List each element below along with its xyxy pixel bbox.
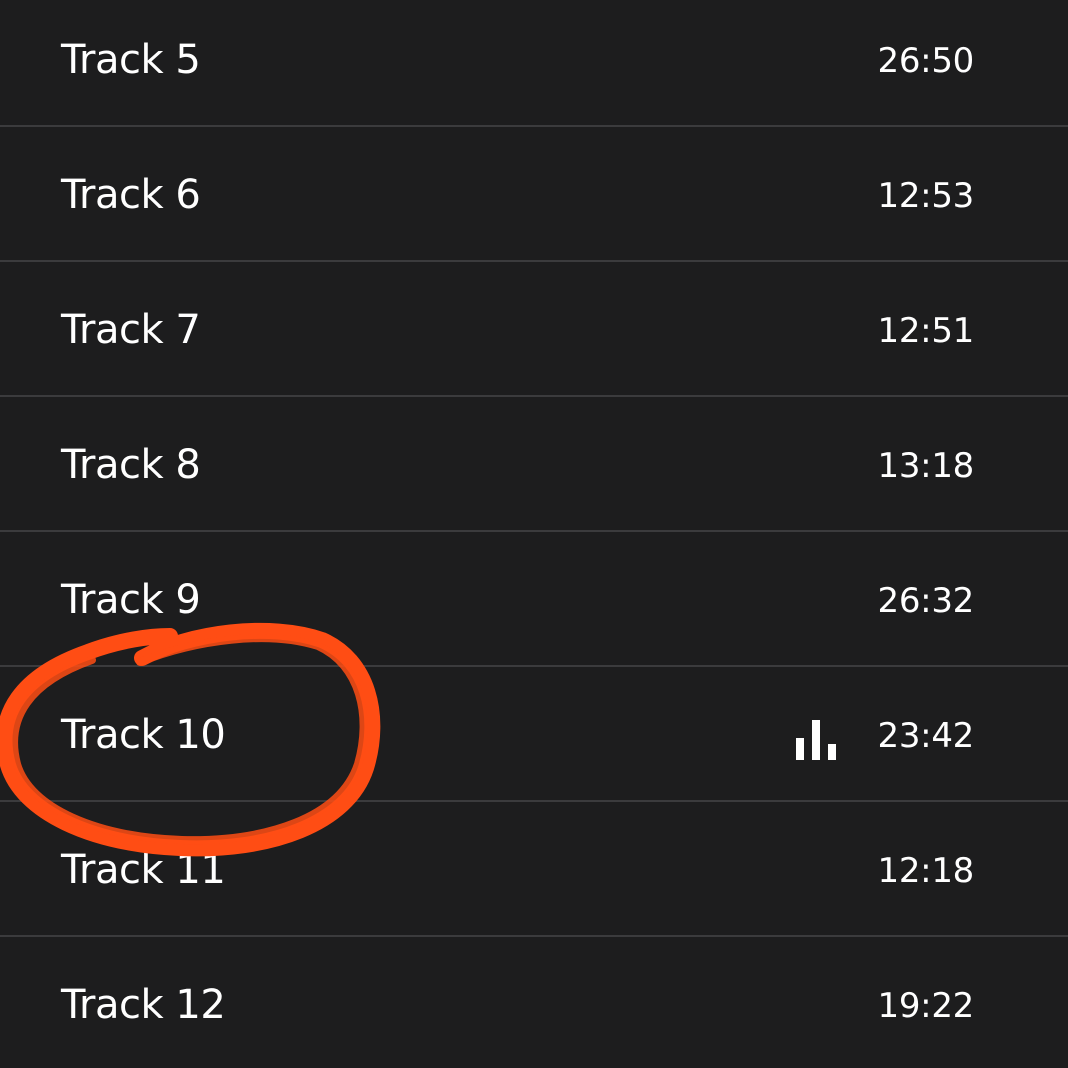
track-duration: 12:18 (877, 851, 975, 891)
track-duration: 26:50 (877, 41, 975, 81)
track-row-9[interactable]: Track 9 26:32 (0, 532, 1068, 667)
track-title: Track 9 (61, 577, 201, 623)
track-duration: 26:32 (877, 581, 975, 621)
track-title: Track 8 (61, 442, 201, 488)
track-duration: 12:53 (877, 176, 975, 216)
track-list: Track 5 26:50 Track 6 12:53 Track 7 12:5… (0, 0, 1068, 1068)
track-list-screen: Track 5 26:50 Track 6 12:53 Track 7 12:5… (0, 0, 1068, 1068)
track-row-6[interactable]: Track 6 12:53 (0, 127, 1068, 262)
track-duration: 12:51 (877, 311, 975, 351)
track-row-5[interactable]: Track 5 26:50 (0, 0, 1068, 127)
track-title: Track 11 (61, 847, 226, 893)
track-title: Track 7 (61, 307, 201, 353)
track-duration: 23:42 (877, 716, 975, 756)
track-title: Track 12 (61, 982, 226, 1028)
track-title: Track 10 (61, 712, 226, 758)
track-duration: 13:18 (877, 446, 975, 486)
track-row-7[interactable]: Track 7 12:51 (0, 262, 1068, 397)
track-title: Track 5 (61, 37, 201, 83)
track-duration: 19:22 (877, 986, 975, 1026)
track-row-11[interactable]: Track 11 12:18 (0, 802, 1068, 937)
track-title: Track 6 (61, 172, 201, 218)
equalizer-bars-icon (796, 720, 836, 760)
track-row-10-now-playing[interactable]: Track 10 23:42 (0, 667, 1068, 802)
track-row-8[interactable]: Track 8 13:18 (0, 397, 1068, 532)
track-row-12[interactable]: Track 12 19:22 (0, 937, 1068, 1068)
